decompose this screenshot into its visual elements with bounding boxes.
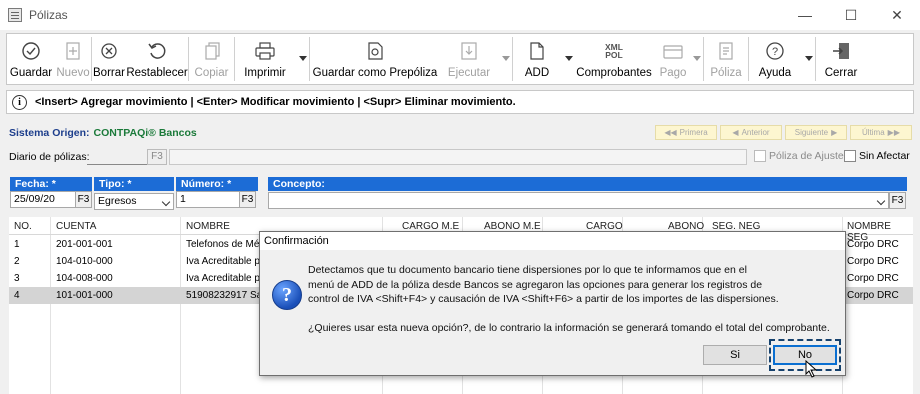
concepto-label: Concepto: [268,177,907,191]
dialog-question: ¿Quieres usar esta nueva opción?, de lo … [308,321,830,334]
info-icon: i [12,94,27,110]
chevron-down-icon [161,197,171,207]
tipo-label: Tipo: * [94,177,174,191]
prev-record-button[interactable]: ◀ Anterior [720,125,782,140]
guardar-prepoliza-button[interactable]: Guardar como Prepóliza [310,34,440,84]
ayuda-button[interactable]: ? Ayuda [749,34,815,84]
dialog-message: Detectamos que tu documento bancario tie… [308,263,838,335]
diario-f3-button[interactable]: F3 [147,149,167,165]
toolbar: Guardar Nuevo Borrar Restablecer Copiar … [6,33,914,85]
copy-icon [203,40,221,62]
payment-icon [662,40,684,62]
diario-label: Diario de pólizas: [9,151,90,163]
title-bar: Pólizas — ☐ ✕ [0,0,920,30]
shortcuts-infobar: i <Insert> Agregar movimiento | <Enter> … [6,90,914,114]
chevron-down-icon[interactable] [565,56,573,61]
diario-description [169,149,747,165]
add-button[interactable]: ADD [513,34,575,84]
chevron-down-icon[interactable] [693,56,701,61]
fecha-f3-button[interactable]: F3 [75,191,92,208]
chevron-down-icon[interactable] [299,56,307,61]
column-header[interactable]: CUENTA [56,221,96,232]
shortcuts-text: <Insert> Agregar movimiento | <Enter> Mo… [35,96,516,108]
checkbox-icon [844,150,856,163]
chevron-down-icon[interactable] [805,56,813,61]
poliza-ajuste-checkbox[interactable]: Póliza de Ajuste [754,150,844,163]
record-navigation: ◀◀ Primera ◀ Anterior Siguiente ▶ Última ▶▶ [655,125,912,140]
tipo-select[interactable]: Egresos [94,193,174,210]
numero-input[interactable]: 1 [176,191,240,208]
concepto-input[interactable] [268,192,889,209]
sin-afectar-checkbox[interactable]: Sin Afectar [844,150,910,163]
cerrar-button[interactable]: Cerrar [816,34,866,84]
copiar-button[interactable]: Copiar [189,34,234,84]
mouse-cursor-icon [805,360,818,378]
yes-button[interactable]: Si [703,345,767,365]
execute-icon [459,40,479,62]
check-circle-icon [21,40,41,62]
undo-icon [147,40,167,62]
checkbox-icon [754,150,766,163]
first-record-button[interactable]: ◀◀ Primera [655,125,717,140]
exit-icon [831,40,851,62]
numero-f3-button[interactable]: F3 [239,191,256,208]
poliza-button[interactable]: Póliza [704,34,748,84]
comprobantes-button[interactable]: XML POL Comprobantes [575,34,653,84]
fecha-label: Fecha: * [10,177,92,191]
help-icon: ? [765,40,785,62]
minimize-button[interactable]: — [782,0,828,30]
chevron-down-icon[interactable] [502,56,510,61]
dialog-title: Confirmación [260,232,845,250]
question-icon: ? [272,280,302,310]
next-record-button[interactable]: Siguiente ▶ [785,125,847,140]
borrar-button[interactable]: Borrar [92,34,126,84]
column-header[interactable]: NO. [14,221,32,232]
maximize-button[interactable]: ☐ [828,0,874,30]
printer-icon [254,40,276,62]
confirmation-dialog: Confirmación ? Detectamos que tu documen… [259,231,846,378]
new-document-icon [64,40,82,62]
numero-label: Número: * [176,177,258,191]
add-document-icon [528,40,546,62]
app-icon [8,8,22,22]
column-header[interactable]: NOMBRE [186,221,230,232]
pago-button[interactable]: Pago [653,34,703,84]
ejecutar-button[interactable]: Ejecutar [440,34,512,84]
nuevo-button[interactable]: Nuevo [55,34,91,84]
guardar-button[interactable]: Guardar [7,34,55,84]
svg-text:?: ? [772,46,778,58]
system-origin: Sistema Origen: CONTPAQi® Bancos [9,127,197,139]
fecha-input[interactable]: 25/09/20 [10,191,76,208]
policy-icon [717,40,735,62]
diario-row: Diario de pólizas: F3 Póliza de Ajuste S… [9,149,913,165]
window-title: Pólizas [29,8,68,22]
xml-pol-icon: XML POL [605,42,623,60]
imprimir-button[interactable]: Imprimir [235,34,309,84]
restablecer-button[interactable]: Restablecer [126,34,188,84]
last-record-button[interactable]: Última ▶▶ [850,125,912,140]
save-template-icon [365,40,385,62]
delete-circle-icon [99,40,119,62]
close-window-button[interactable]: ✕ [874,0,920,30]
concepto-f3-button[interactable]: F3 [889,192,906,209]
chevron-down-icon [876,196,886,206]
